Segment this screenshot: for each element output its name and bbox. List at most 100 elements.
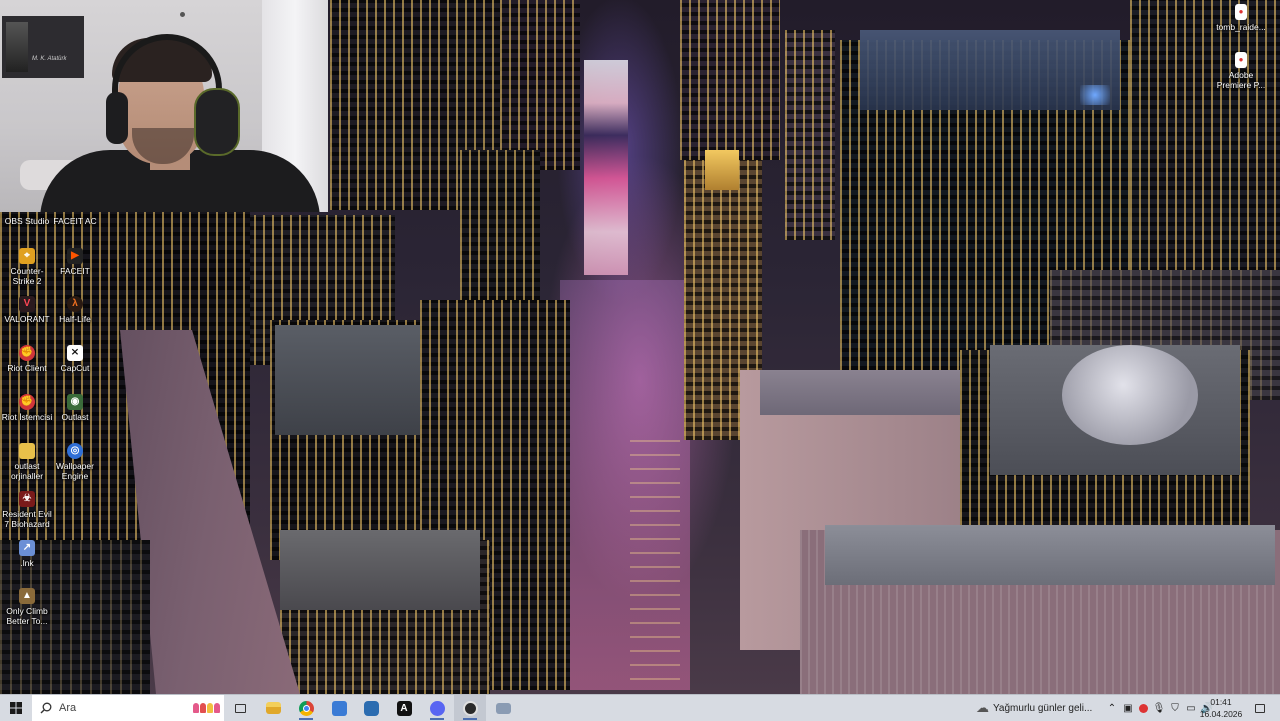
search-placeholder: Ara (59, 702, 77, 714)
discord-icon (429, 700, 445, 716)
only-climb-icon: ▲ (19, 588, 35, 604)
task-view-icon (234, 703, 246, 713)
street-cars (630, 430, 680, 680)
text-app-icon: A (396, 700, 412, 716)
riot-istemcisi-desktop-icon[interactable]: ✊ Riot İstemcisi (0, 394, 54, 422)
outlast-orjinaller-desktop-icon[interactable]: outlast orjinaller (0, 443, 54, 481)
tray-network-button[interactable]: ▭ (1184, 695, 1198, 721)
building (680, 0, 780, 160)
building-roof (825, 525, 1275, 585)
start-button[interactable] (0, 695, 32, 721)
clock-time: 01:41 (1210, 697, 1232, 707)
tray-app-icon: ▣ (1123, 702, 1133, 714)
show-hidden-icons-button[interactable]: ⌃ (1104, 695, 1120, 721)
webcam-overlay: M. K. Atatürk (0, 0, 328, 212)
search-box[interactable]: Ara (32, 695, 224, 721)
windows-logo-icon (10, 702, 22, 714)
notification-icon (1255, 703, 1265, 713)
obs-taskbar-button[interactable] (454, 695, 486, 721)
counter-strike-icon: ⌖ (19, 248, 35, 264)
building (500, 0, 580, 170)
folder-window-icon (495, 702, 511, 714)
capcut-desktop-icon[interactable]: ⨯ CapCut (48, 345, 102, 373)
faceit-desktop-icon[interactable]: ▶ FACEIT (48, 248, 102, 276)
building-roof (275, 325, 425, 435)
file-explorer-icon (265, 702, 281, 714)
icon-label: OBS Studio (4, 216, 50, 226)
lit-tower-crown (705, 150, 739, 190)
discord-button[interactable] (421, 695, 453, 721)
microsoft-store-button[interactable] (323, 695, 355, 721)
poster-portrait (6, 22, 28, 72)
icon-label: Adobe Premiere P... (1216, 70, 1266, 90)
wallpaper-engine-icon: ◎ (67, 443, 83, 459)
outlast-icon: ◉ (67, 394, 83, 410)
mail-button[interactable] (355, 695, 387, 721)
chevron-up-icon: ⌃ (1107, 702, 1117, 714)
obs-desktop-icon[interactable]: OBS Studio (0, 216, 54, 226)
icon-label: tomb_raide... (1216, 22, 1266, 32)
riot-client-desktop-icon[interactable]: ✊ Riot Client (0, 345, 54, 373)
wall-dot (180, 12, 185, 17)
notifications-button[interactable] (1250, 695, 1270, 721)
tray-microphone-button[interactable]: 🎙 (1152, 695, 1166, 721)
icon-label: FACEIT AC (53, 216, 97, 226)
half-life-desktop-icon[interactable]: λ Half-Life (48, 296, 102, 324)
recording-icon (1138, 703, 1148, 713)
file-icon: ● (1235, 4, 1247, 20)
valorant-icon: V (19, 296, 35, 312)
microsoft-store-icon (331, 700, 347, 716)
tomb-raider-file-icon[interactable]: ● tomb_raide... (1214, 4, 1268, 32)
tray-security-button[interactable]: ⛉ (1168, 695, 1182, 721)
clock-display[interactable]: 01:41 16.04.2026 (1198, 696, 1244, 720)
headphone-right (194, 88, 240, 156)
resident-evil-desktop-icon[interactable]: ☣ Resident Evil 7 Biohazard (0, 491, 54, 529)
capcut-icon: ⨯ (67, 345, 83, 361)
mail-icon (363, 700, 379, 716)
file-icon: ● (1235, 52, 1247, 68)
half-life-icon: λ (67, 296, 83, 312)
icon-label: .lnk (20, 558, 34, 568)
riot-client-icon: ✊ (19, 345, 35, 361)
headphone-left (106, 92, 128, 144)
text-app-button[interactable]: A (388, 695, 420, 721)
resident-evil-icon: ☣ (19, 491, 35, 507)
riot-client-icon: ✊ (19, 394, 35, 410)
counter-strike-desktop-icon[interactable]: ⌖ Counter-Strike 2 (0, 248, 54, 286)
icon-label: outlast orjinaller (10, 461, 44, 481)
adobe-premiere-file-icon[interactable]: ● Adobe Premiere P... (1214, 52, 1268, 90)
faceit-ac-desktop-icon[interactable]: FACEIT AC (48, 216, 102, 226)
weather-widget[interactable]: ☁ Yağmurlu günler geli... (976, 695, 1096, 721)
chrome-icon (298, 700, 314, 716)
icon-label: Outlast (61, 412, 89, 422)
icon-label: Counter-Strike 2 (10, 266, 44, 286)
building (1130, 0, 1280, 280)
chrome-button[interactable] (290, 695, 322, 721)
lnk-desktop-icon[interactable]: ↗ .lnk (0, 540, 54, 568)
taskbar: Ara A ☁ Yağmurlu günler geli... ⌃ ▣ 🎙 ⛉ … (0, 694, 1280, 721)
building-roof (280, 530, 480, 610)
times-square-billboards (584, 60, 628, 275)
folder-window-button[interactable] (487, 695, 519, 721)
folder-icon (19, 443, 35, 459)
water-tank (1062, 345, 1198, 445)
task-view-button[interactable] (224, 695, 256, 721)
tray-recording-button[interactable] (1136, 695, 1150, 721)
wallpaper-engine-desktop-icon[interactable]: ◎ Wallpaper Engine (48, 443, 102, 481)
icon-label: Riot İstemcisi (1, 412, 53, 422)
icon-label: Half-Life (59, 314, 91, 324)
tulips-icon (193, 703, 220, 713)
tray-app-button[interactable]: ▣ (1121, 695, 1135, 721)
only-climb-desktop-icon[interactable]: ▲ Only Climb Better To... (0, 588, 54, 626)
search-icon (40, 702, 52, 714)
weather-text: Yağmurlu günler geli... (993, 702, 1093, 714)
clock-date: 16.04.2026 (1199, 709, 1243, 719)
outlast-desktop-icon[interactable]: ◉ Outlast (48, 394, 102, 422)
shield-icon: ⛉ (1171, 702, 1179, 714)
blue-roof-light (1080, 85, 1110, 105)
wall-poster: M. K. Atatürk (2, 16, 84, 78)
file-explorer-button[interactable] (257, 695, 289, 721)
microphone-icon: 🎙 (1152, 702, 1166, 714)
icon-label: FACEIT (60, 266, 90, 276)
valorant-desktop-icon[interactable]: V VALORANT (0, 296, 54, 324)
